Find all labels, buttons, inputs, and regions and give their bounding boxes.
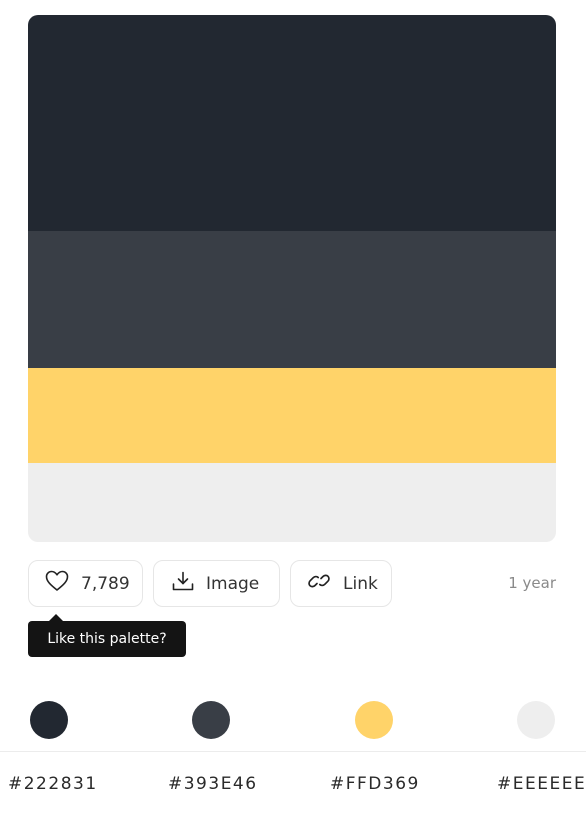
palette-actions: 7,789 Image Link [28,560,392,607]
hex-code-2[interactable]: #393E46 [168,774,258,794]
hex-code-4[interactable]: #EEEEEE [497,774,586,794]
swatch-2[interactable] [28,231,556,368]
link-icon [307,570,331,597]
color-dot-4[interactable] [517,701,555,739]
heart-icon [45,570,69,597]
download-image-button[interactable]: Image [153,560,280,607]
color-dot-1[interactable] [30,701,68,739]
copy-link-button[interactable]: Link [290,560,392,607]
color-dot-3[interactable] [355,701,393,739]
swatch-1[interactable] [28,15,556,231]
palette-preview [28,15,556,542]
image-label: Image [206,573,260,594]
download-icon [172,571,194,596]
link-label: Link [343,573,378,594]
swatch-3[interactable] [28,368,556,463]
color-dot-2[interactable] [192,701,230,739]
hex-code-3[interactable]: #FFD369 [330,774,420,794]
like-count: 7,789 [81,573,130,594]
like-button[interactable]: 7,789 [28,560,143,607]
swatch-4[interactable] [28,463,556,542]
palette-age: 1 year [508,574,556,592]
divider [0,751,586,752]
hex-code-1[interactable]: #222831 [8,774,98,794]
like-tooltip: Like this palette? [28,614,186,657]
